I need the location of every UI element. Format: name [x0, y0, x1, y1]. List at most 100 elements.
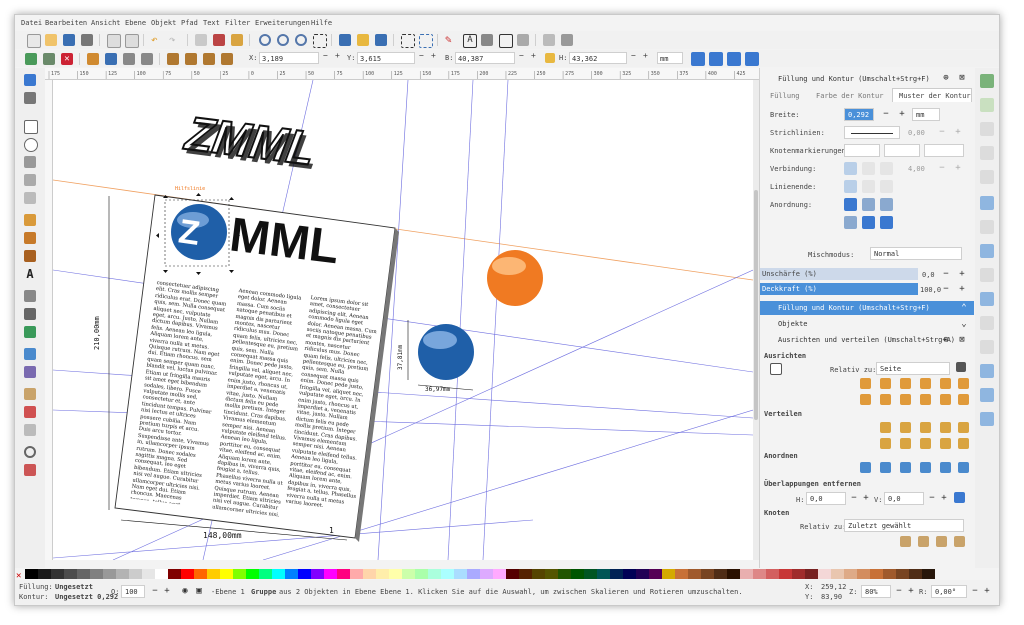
exchange-selection-icon[interactable] — [880, 462, 891, 473]
connector-tool-icon[interactable] — [24, 424, 36, 436]
save-icon[interactable] — [63, 34, 75, 46]
cap-round-icon[interactable] — [862, 180, 875, 193]
measure-tool-icon[interactable] — [24, 464, 36, 476]
fuellung-value[interactable]: Ungesetzt — [55, 583, 93, 591]
arrange-graph-icon[interactable] — [860, 462, 871, 473]
unit-select[interactable]: mm — [657, 52, 683, 64]
xml-editor-icon[interactable] — [499, 34, 513, 48]
ausrichten-float-icon[interactable]: ⊕ — [940, 334, 952, 346]
breite-plus-button[interactable]: + — [896, 108, 908, 120]
text-tool-icon[interactable]: A — [24, 268, 36, 280]
h-minus-button[interactable]: − — [631, 51, 636, 60]
snap-cusp-icon[interactable] — [980, 268, 994, 282]
copy-icon[interactable] — [195, 34, 207, 46]
width-field[interactable]: 40,387 — [455, 52, 515, 64]
deckkraft-slider[interactable]: Deckkraft (%) — [760, 283, 918, 295]
panel-close-icon[interactable]: ⊠ — [956, 72, 968, 84]
zoom-minus-button[interactable]: − — [893, 585, 905, 597]
b-minus-button[interactable]: − — [519, 51, 524, 60]
fill-stroke-icon[interactable]: ✎ — [445, 34, 457, 46]
rotation-minus-button[interactable]: − — [969, 585, 981, 597]
relativ-select[interactable]: Seite — [876, 362, 950, 375]
snap-bbox-icon[interactable] — [980, 98, 994, 112]
paint-order-5-icon[interactable] — [862, 216, 875, 229]
mischmodus-select[interactable]: Normal — [870, 247, 962, 260]
gradient-tool-icon[interactable] — [24, 366, 36, 378]
align-top-icon[interactable] — [880, 394, 891, 405]
h-gap-field[interactable]: 0,0 — [806, 492, 846, 505]
deckkraft-value[interactable]: 100,0 — [920, 286, 941, 294]
current-layer[interactable]: -Ebene 1 — [211, 588, 245, 596]
pencil-tool-icon[interactable] — [24, 214, 36, 226]
paste-icon[interactable] — [231, 34, 243, 46]
open-icon[interactable] — [45, 34, 57, 46]
scrollbar-thumb[interactable] — [754, 190, 758, 420]
snap-intersection-icon[interactable] — [980, 244, 994, 258]
kontur-value[interactable]: Ungesetzt 0,292 — [55, 593, 118, 601]
menu-objekt[interactable]: Objekt — [151, 19, 176, 27]
knoten-relativ-select[interactable]: Zuletzt gewählt — [844, 519, 964, 532]
scale-stroke-icon[interactable] — [691, 52, 705, 66]
3dbox-tool-icon[interactable] — [24, 174, 36, 186]
menu-filter[interactable]: Filter — [225, 19, 250, 27]
redo-icon[interactable]: ↷ — [169, 34, 181, 46]
marker-start-select[interactable] — [844, 144, 880, 157]
snap-enable-icon[interactable] — [980, 74, 994, 88]
distribute-top-icon[interactable] — [880, 438, 891, 449]
tab-farbe-der-kontur[interactable]: Farbe der Kontur — [816, 92, 883, 100]
node-tool-icon[interactable] — [24, 92, 36, 104]
snap-guide-icon[interactable] — [980, 412, 994, 426]
menu-ansicht[interactable]: Ansicht — [91, 19, 121, 27]
strichlinien-select[interactable] — [844, 126, 900, 139]
align-text-baseline-icon[interactable] — [958, 394, 969, 405]
snap-center-icon[interactable] — [980, 340, 994, 354]
snap-nodes-icon[interactable] — [980, 196, 994, 210]
clone-icon[interactable] — [357, 34, 369, 46]
v-gap-plus-button[interactable]: + — [938, 492, 950, 504]
x-plus-button[interactable]: + — [335, 51, 340, 60]
text-font-icon[interactable]: A — [463, 34, 477, 48]
ungroup-icon[interactable] — [419, 34, 433, 48]
group-icon[interactable] — [401, 34, 415, 48]
tweak-tool-icon[interactable] — [24, 348, 36, 360]
unschaerfe-minus-button[interactable]: − — [940, 268, 952, 280]
print-icon[interactable] — [81, 34, 93, 46]
flip-vertical-icon[interactable] — [141, 53, 153, 65]
node-distribute-h-icon[interactable] — [936, 536, 947, 547]
rotate-cw-icon[interactable] — [105, 53, 117, 65]
bucket-tool-icon[interactable] — [24, 326, 36, 338]
move-selection-icon[interactable] — [956, 362, 966, 372]
color-palette[interactable]: ✕ — [15, 569, 999, 579]
distribute-gap-v-icon[interactable] — [940, 438, 951, 449]
deselect-icon[interactable]: ✕ — [61, 53, 73, 65]
menu-bearbeiten[interactable]: Bearbeiten — [45, 19, 87, 27]
layer-visibility-icon[interactable]: ◉ — [179, 585, 191, 597]
menu-erweiterungen[interactable]: Erweiterungen — [255, 19, 310, 27]
dock-collapse-icon[interactable]: ⌃ — [958, 302, 970, 314]
align-bottom-anchor-icon[interactable] — [860, 394, 871, 405]
distribute-center-v-icon[interactable] — [900, 438, 911, 449]
join-bevel-icon[interactable] — [880, 162, 893, 175]
layer-lock-icon[interactable]: ▣ — [193, 585, 205, 597]
align-top-anchor-icon[interactable] — [940, 394, 951, 405]
scale-corners-icon[interactable] — [709, 52, 723, 66]
breite-minus-button[interactable]: − — [880, 108, 892, 120]
exchange-order-icon[interactable] — [900, 462, 911, 473]
node-align-h-icon[interactable] — [900, 536, 911, 547]
flip-horizontal-icon[interactable] — [123, 53, 135, 65]
import-icon[interactable] — [107, 34, 121, 48]
opacity-minus-button[interactable]: − — [149, 585, 161, 597]
menu-hilfe[interactable]: Hilfe — [311, 19, 332, 27]
v-gap-minus-button[interactable]: − — [926, 492, 938, 504]
dropper-tool-icon[interactable] — [24, 406, 36, 418]
align-center-v-icon[interactable] — [900, 378, 911, 389]
new-document-icon[interactable] — [27, 34, 41, 48]
menu-datei[interactable]: Datei — [21, 19, 42, 27]
snap-grid-icon[interactable] — [980, 388, 994, 402]
remove-overlap-icon[interactable] — [954, 492, 965, 503]
menu-pfad[interactable]: Pfad — [181, 19, 198, 27]
height-field[interactable]: 43,362 — [569, 52, 627, 64]
treat-as-group-icon[interactable] — [770, 363, 782, 375]
v-gap-field[interactable]: 0,0 — [884, 492, 924, 505]
miter-plus-button[interactable]: + — [952, 162, 964, 174]
